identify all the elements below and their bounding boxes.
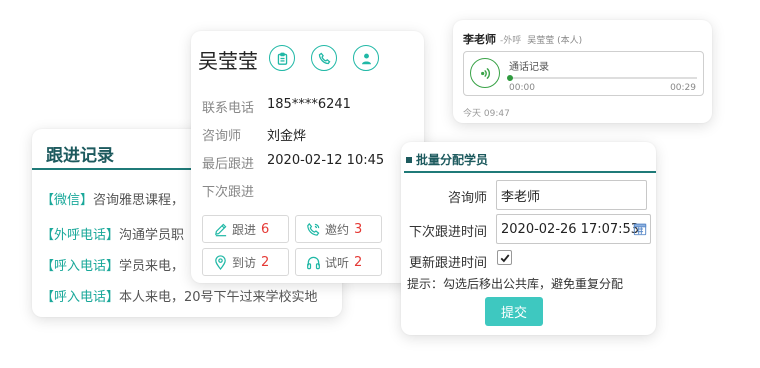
calendar-icon[interactable] [633, 222, 647, 236]
trial-count-label: 试听 [325, 255, 350, 270]
call-date: 今天 09:47 [463, 109, 510, 119]
record-text: 咨询雅思课程， [93, 193, 185, 208]
next-followup-time-input[interactable]: 2020-02-26 17:07:53 [496, 214, 651, 244]
batch-hint: 提示：勾选后移出公共库，避免重复分配 [407, 277, 624, 291]
call-type: -外呼 [500, 36, 522, 46]
record-item[interactable]: 【呼入电话】本人来电，20号下午过来学校实地 [41, 286, 318, 305]
batch-assign-card: 批量分配学员 咨询师 李老师 下次跟进时间 2020-02-26 17:07:5… [401, 142, 656, 335]
phone-call-icon [307, 222, 320, 236]
batch-title: 批量分配学员 [406, 151, 488, 168]
trial-count-button[interactable]: 试听 2 [295, 248, 382, 276]
call-student: 吴莹莹 (本人) [527, 36, 583, 46]
record-item[interactable]: 【外呼电话】沟通学员职 [41, 224, 184, 243]
update-followup-checkbox[interactable] [497, 250, 512, 265]
visit-count-label: 到访 [232, 255, 257, 270]
headphones-icon [307, 256, 320, 269]
progress-track[interactable] [507, 75, 697, 81]
record-text: 本人来电，20号下午过来学校实地 [119, 290, 318, 305]
record-item[interactable]: 【微信】咨询雅思课程， [41, 189, 184, 208]
submit-button[interactable]: 提交 [485, 297, 543, 326]
next-followup-label: 下次跟进 [202, 185, 255, 200]
last-followup-label: 最后跟进 [202, 157, 255, 172]
advisor-value: 刘金烨 [267, 129, 307, 144]
batch-title-text: 批量分配学员 [416, 153, 489, 167]
call-record-card: 李老师 -外呼 吴莹莹 (本人) 通话记录 00:00 00:29 今天 09:47 [453, 20, 712, 123]
time-total: 00:29 [670, 83, 696, 93]
phone-label: 联系电话 [202, 101, 255, 116]
last-followup-value: 2020-02-12 10:45 [267, 153, 385, 168]
title-marker [406, 156, 412, 163]
advisor-label: 咨询师 [202, 129, 242, 144]
progress-knob[interactable] [507, 75, 513, 81]
record-tag: 【呼入电话】 [41, 290, 120, 305]
trial-count: 2 [354, 254, 363, 270]
phone-icon[interactable] [311, 45, 337, 71]
student-profile-card: 吴莹莹 联系电话 185****6241 咨询师 刘金烨 最后跟进 2020-0… [191, 31, 424, 283]
checkmark-icon [500, 253, 509, 262]
record-tag: 【微信】 [41, 193, 94, 208]
time-elapsed: 00:00 [509, 83, 535, 93]
update-followup-label: 更新跟进时间 [409, 256, 488, 271]
record-tag: 【呼入电话】 [41, 259, 120, 274]
next-followup-time-value: 2020-02-26 17:07:53 [501, 221, 640, 237]
advisor-label: 咨询师 [448, 191, 488, 206]
phone-value: 185****6241 [267, 97, 351, 112]
invite-count-label: 邀约 [325, 222, 350, 237]
followup-count-button[interactable]: 跟进 6 [202, 215, 289, 243]
record-text: 沟通学员职 [119, 228, 185, 243]
divider [404, 171, 656, 173]
location-pin-icon [215, 254, 226, 270]
visit-count-button[interactable]: 到访 2 [202, 248, 289, 276]
followup-count: 6 [261, 221, 270, 237]
invite-count: 3 [354, 221, 363, 237]
clipboard-icon[interactable] [269, 45, 295, 71]
record-tag: 【外呼电话】 [41, 228, 120, 243]
advisor-input[interactable]: 李老师 [496, 180, 647, 210]
person-icon[interactable] [353, 45, 379, 71]
call-header: 李老师 -外呼 吴莹莹 (本人) [463, 31, 582, 47]
student-name: 吴莹莹 [198, 49, 258, 73]
followup-count-label: 跟进 [232, 222, 257, 237]
record-item[interactable]: 【呼入电话】学员来电， [41, 255, 184, 274]
invite-count-button[interactable]: 邀约 3 [295, 215, 382, 243]
edit-icon [215, 223, 227, 236]
visit-count: 2 [261, 254, 270, 270]
caller-name: 李老师 [463, 33, 496, 46]
followup-title: 跟进记录 [46, 146, 114, 166]
audio-player: 通话记录 00:00 00:29 [463, 51, 704, 96]
next-followup-time-label: 下次跟进时间 [409, 225, 488, 240]
play-audio-button[interactable] [470, 58, 500, 88]
record-text: 学员来电， [119, 259, 185, 274]
recording-title: 通话记录 [509, 62, 549, 73]
sound-wave-icon [480, 67, 490, 79]
